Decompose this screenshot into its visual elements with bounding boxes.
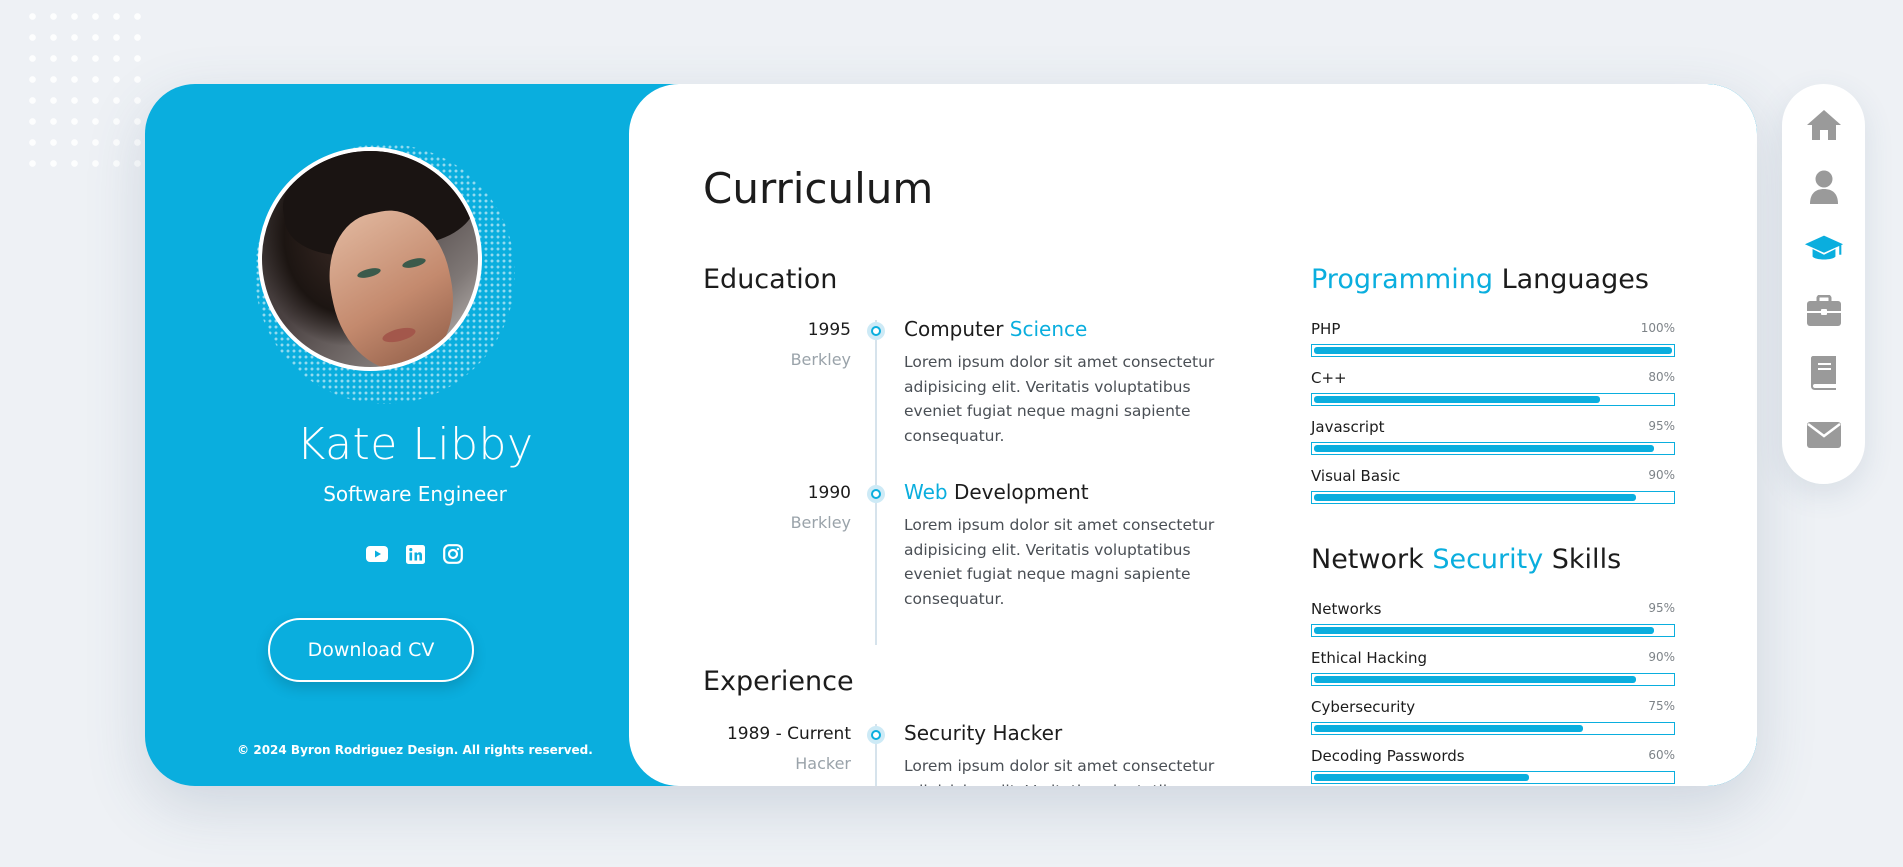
skill-item: Ethical Hacking 90% (1311, 649, 1675, 689)
skill-name: C++ (1311, 369, 1347, 387)
skill-percent: 95% (1648, 601, 1675, 615)
skill-item: Networks 95% (1311, 600, 1675, 640)
linkedin-icon[interactable] (403, 542, 427, 566)
skill-name: Javascript (1311, 418, 1385, 436)
timeline-place: Berkley (790, 350, 851, 369)
avatar (258, 147, 482, 371)
skill-name: Visual Basic (1311, 467, 1401, 485)
book-icon[interactable] (1804, 354, 1844, 392)
experience-heading: Experience (703, 666, 854, 697)
skill-bar (1311, 344, 1675, 357)
experience-timeline: 1989 - Current Hacker Security Hacker Lo… (703, 721, 1243, 786)
skill-bar-fill (1314, 676, 1637, 683)
profile-panel: Kate Libby Software Engineer Download CV… (145, 84, 685, 786)
download-cv-button[interactable]: Download CV (268, 618, 474, 682)
skill-name: Cybersecurity (1311, 698, 1416, 716)
skill-bar (1311, 442, 1675, 455)
skill-percent: 75% (1648, 699, 1675, 713)
skill-bar-fill (1314, 494, 1637, 501)
skill-item: Decoding Passwords 60% (1311, 747, 1675, 786)
education-heading: Education (703, 264, 838, 295)
briefcase-icon[interactable] (1804, 292, 1844, 330)
resume-card: Kate Libby Software Engineer Download CV… (145, 84, 1757, 786)
programming-heading: Programming Languages (1311, 264, 1649, 295)
skill-bar-fill (1314, 627, 1655, 634)
skill-name: Decoding Passwords (1311, 747, 1465, 765)
security-skills: Networks 95% Ethical Hacking 90% Cyberse… (1311, 600, 1675, 786)
timeline-item: 1990 Berkley Web Development Lorem ipsum… (703, 480, 1243, 633)
profile-role: Software Engineer (323, 482, 507, 506)
skill-item: Javascript 95% (1311, 418, 1675, 458)
copyright-text: © 2024 Byron Rodriguez Design. All right… (237, 743, 593, 757)
graduation-cap-icon[interactable] (1804, 230, 1844, 268)
timeline-item: 1989 - Current Hacker Security Hacker Lo… (703, 721, 1243, 786)
skill-item: Visual Basic 90% (1311, 467, 1675, 507)
skill-percent: 95% (1648, 419, 1675, 433)
programming-skills: PHP 100% C++ 80% Javascript 95% Visual B… (1311, 320, 1675, 520)
timeline-item: 1995 Berkley Computer Science Lorem ipsu… (703, 317, 1243, 470)
timeline-description: Lorem ipsum dolor sit amet consectetur a… (904, 353, 1215, 445)
security-heading: Network Security Skills (1311, 544, 1622, 575)
skill-percent: 90% (1648, 468, 1675, 482)
skill-bar-fill (1314, 445, 1655, 452)
timeline-year: 1990 (807, 483, 851, 503)
timeline-description: Lorem ipsum dolor sit amet consectetur a… (904, 757, 1215, 786)
timeline-dot (867, 726, 885, 744)
timeline-year: 1989 - Current (726, 724, 851, 744)
education-timeline: 1995 Berkley Computer Science Lorem ipsu… (703, 317, 1243, 680)
timeline-title: Web Development (904, 480, 1089, 504)
skill-percent: 60% (1648, 748, 1675, 762)
timeline-year: 1995 (807, 320, 851, 340)
timeline-place: Hacker (795, 754, 851, 773)
skill-name: Ethical Hacking (1311, 649, 1428, 667)
youtube-icon[interactable] (365, 542, 389, 566)
skill-bar (1311, 491, 1675, 504)
skill-bar (1311, 393, 1675, 406)
timeline-description: Lorem ipsum dolor sit amet consectetur a… (904, 516, 1215, 608)
skill-item: Cybersecurity 75% (1311, 698, 1675, 738)
timeline-title: Computer Science (904, 317, 1088, 341)
social-links (145, 542, 685, 566)
skill-percent: 100% (1640, 321, 1675, 335)
side-navigation (1782, 84, 1865, 484)
envelope-icon[interactable] (1804, 416, 1844, 454)
skill-bar-fill (1314, 725, 1583, 732)
skill-bar (1311, 771, 1675, 784)
timeline-place: Berkley (790, 513, 851, 532)
skill-name: PHP (1311, 320, 1341, 338)
skill-percent: 80% (1648, 370, 1675, 384)
skill-bar-fill (1314, 774, 1529, 781)
skill-item: PHP 100% (1311, 320, 1675, 360)
skill-name: Networks (1311, 600, 1382, 618)
timeline-title: Security Hacker (904, 721, 1063, 745)
curriculum-panel: Curriculum Education 1995 Berkley Comput… (629, 84, 1757, 786)
skill-bar-fill (1314, 347, 1672, 354)
home-icon[interactable] (1804, 106, 1844, 144)
skill-bar (1311, 624, 1675, 637)
timeline-dot (867, 485, 885, 503)
skill-bar (1311, 673, 1675, 686)
decorative-dot-pattern (22, 6, 152, 181)
skill-bar-fill (1314, 396, 1601, 403)
page-title: Curriculum (703, 164, 934, 213)
skill-percent: 90% (1648, 650, 1675, 664)
profile-name: Kate Libby (296, 419, 534, 470)
user-icon[interactable] (1804, 168, 1844, 206)
instagram-icon[interactable] (441, 542, 465, 566)
skill-item: C++ 80% (1311, 369, 1675, 409)
timeline-dot (867, 322, 885, 340)
skill-bar (1311, 722, 1675, 735)
